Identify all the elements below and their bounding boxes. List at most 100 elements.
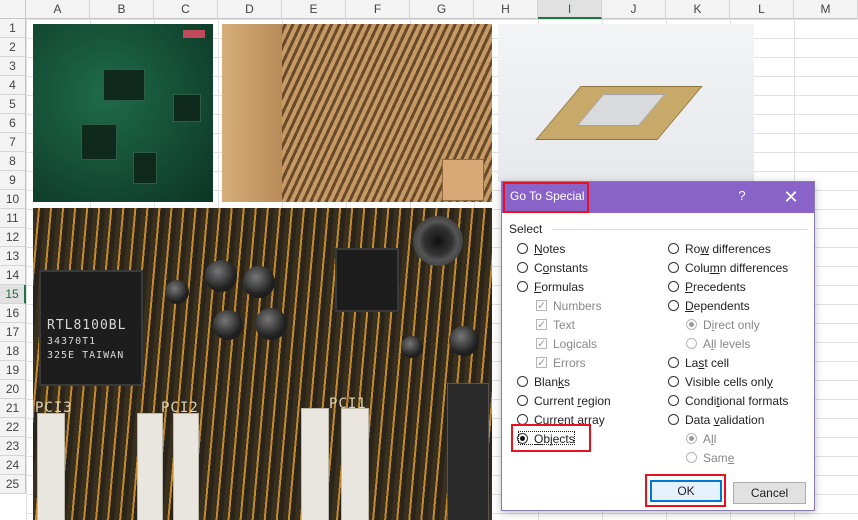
row-header-5[interactable]: 5	[0, 95, 26, 114]
option-precedents-label: Precedents	[685, 280, 746, 294]
radio-dependents[interactable]	[668, 300, 679, 311]
option-all-levels-label: All levels	[703, 337, 751, 351]
option-last-cell-label: Last cell	[685, 356, 730, 370]
capacitor	[213, 310, 243, 340]
radio-visible-cells-only[interactable]	[668, 376, 679, 387]
row-header-12[interactable]: 12	[0, 228, 26, 247]
group-divider	[552, 229, 808, 230]
radio-same[interactable]	[686, 452, 697, 463]
row-header-16[interactable]: 16	[0, 304, 26, 323]
column-header-i[interactable]: I	[538, 0, 602, 19]
radio-current-region[interactable]	[517, 395, 528, 406]
column-header-f[interactable]: F	[346, 0, 410, 19]
radio-conditional-formats[interactable]	[668, 395, 679, 406]
picture-motherboard-closeup[interactable]: RTL8100BL 34370T1 325E TAIWAN PCI3 PCI2 …	[33, 208, 492, 520]
option-conditional-formats-label: Conditional formats	[685, 394, 789, 408]
column-header-g[interactable]: G	[410, 0, 474, 19]
row-header-22[interactable]: 22	[0, 418, 26, 437]
checkbox-numbers[interactable]	[536, 297, 547, 315]
row-header-20[interactable]: 20	[0, 380, 26, 399]
pci2-label: PCI2	[161, 400, 199, 416]
pci3-label: PCI3	[35, 400, 73, 416]
row-header-11[interactable]: 11	[0, 209, 26, 228]
option-notes-label: Notes	[534, 242, 566, 256]
close-button[interactable]: ✕	[780, 186, 802, 208]
chip-label-line2: 34370T1	[47, 336, 97, 347]
option-direct-only-label: Direct only	[703, 318, 760, 332]
row-header-24[interactable]: 24	[0, 456, 26, 475]
column-header-h[interactable]: H	[474, 0, 538, 19]
checkbox-errors[interactable]	[536, 354, 547, 372]
help-button[interactable]: ?	[734, 188, 750, 206]
row-header-9[interactable]: 9	[0, 171, 26, 190]
option-column-differences-label: Column differences	[685, 261, 789, 275]
column-header-k[interactable]: K	[666, 0, 730, 19]
row-header-4[interactable]: 4	[0, 76, 26, 95]
row-header-8[interactable]: 8	[0, 152, 26, 171]
capacitor	[401, 336, 423, 358]
picture-green-circuit-board[interactable]	[33, 24, 213, 202]
radio-constants[interactable]	[517, 262, 528, 273]
option-current-region-label: Current region	[534, 394, 611, 408]
radio-all-levels[interactable]	[686, 338, 697, 349]
checkbox-logicals[interactable]	[536, 335, 547, 353]
row-header-3[interactable]: 3	[0, 57, 26, 76]
audio-jack	[413, 216, 463, 266]
checkbox-text[interactable]	[536, 316, 547, 334]
select-all-corner[interactable]	[0, 0, 26, 19]
ok-button[interactable]: OK	[650, 480, 722, 502]
select-group-label: Select	[509, 222, 543, 236]
option-row-differences-label: Row differences	[685, 242, 771, 256]
cancel-button[interactable]: Cancel	[733, 482, 806, 504]
picture-cpu-processor[interactable]	[498, 24, 754, 182]
check-logicals-label: Logicals	[553, 337, 598, 351]
radio-column-differences[interactable]	[668, 262, 679, 273]
row-header-13[interactable]: 13	[0, 247, 26, 266]
row-header-23[interactable]: 23	[0, 437, 26, 456]
radio-last-cell[interactable]	[668, 357, 679, 368]
picture-gold-circuit-traces[interactable]	[222, 24, 492, 202]
capacitor	[449, 326, 479, 356]
column-header-c[interactable]: C	[154, 0, 218, 19]
radio-precedents[interactable]	[668, 281, 679, 292]
radio-formulas[interactable]	[517, 281, 528, 292]
radio-direct-only[interactable]	[686, 319, 697, 330]
row-header-17[interactable]: 17	[0, 323, 26, 342]
capacitor	[205, 260, 237, 292]
chip-label-line3: 325E TAIWAN	[47, 350, 125, 361]
board-trace-area	[222, 24, 282, 202]
option-same-label: Same	[703, 451, 735, 465]
column-header-m[interactable]: M	[794, 0, 858, 19]
row-header-25[interactable]: 25	[0, 475, 26, 494]
check-errors-label: Errors	[553, 356, 586, 370]
radio-all[interactable]	[686, 433, 697, 444]
go-to-special-dialog: Go To Special ? ✕ Select Notes Constants…	[501, 181, 815, 511]
column-header-d[interactable]: D	[218, 0, 282, 19]
column-header-l[interactable]: L	[730, 0, 794, 19]
board-connector	[183, 30, 205, 38]
row-header-18[interactable]: 18	[0, 342, 26, 361]
radio-row-differences[interactable]	[668, 243, 679, 254]
column-header-j[interactable]: J	[602, 0, 666, 19]
row-header-19[interactable]: 19	[0, 361, 26, 380]
title-highlight-box	[503, 182, 589, 213]
board-chip	[81, 124, 117, 160]
column-header-b[interactable]: B	[90, 0, 154, 19]
option-data-validation-label: Data validation	[685, 413, 765, 427]
radio-notes[interactable]	[517, 243, 528, 254]
board-chip	[173, 94, 201, 122]
radio-data-validation[interactable]	[668, 414, 679, 425]
row-header-15[interactable]: 15	[0, 285, 26, 304]
row-header-21[interactable]: 21	[0, 399, 26, 418]
row-header-6[interactable]: 6	[0, 114, 26, 133]
row-header-14[interactable]: 14	[0, 266, 26, 285]
column-header-e[interactable]: E	[282, 0, 346, 19]
column-header-a[interactable]: A	[26, 0, 90, 19]
option-visible-cells-only-label: Visible cells only	[685, 375, 773, 389]
row-header-2[interactable]: 2	[0, 38, 26, 57]
check-text-label: Text	[553, 318, 576, 332]
radio-blanks[interactable]	[517, 376, 528, 387]
row-header-1[interactable]: 1	[0, 19, 26, 38]
row-header-10[interactable]: 10	[0, 190, 26, 209]
row-header-7[interactable]: 7	[0, 133, 26, 152]
